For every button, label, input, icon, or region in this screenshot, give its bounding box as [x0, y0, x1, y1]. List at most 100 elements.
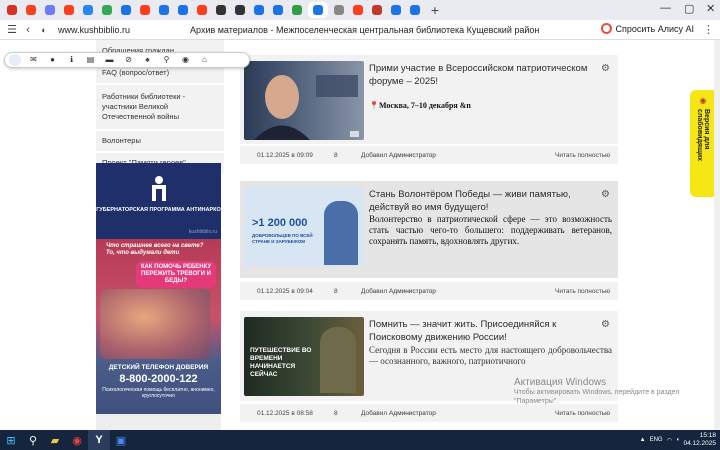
- banner-body: Что страшнее всего на свете? То, что выд…: [96, 239, 221, 414]
- page-scrollbar[interactable]: [714, 40, 720, 430]
- word-icon[interactable]: ▣: [110, 430, 132, 450]
- browser-tab-globe-icon[interactable]: [388, 2, 404, 18]
- browser-tab-yandex-icon[interactable]: [61, 2, 77, 18]
- browser-tab-alert-icon[interactable]: [4, 2, 20, 18]
- settings-gear-icon[interactable]: ⚙: [601, 189, 610, 200]
- settings-gear-icon[interactable]: ⚙: [601, 319, 610, 330]
- mail-icon[interactable]: ✉: [24, 53, 43, 67]
- yandex-icon: [197, 5, 207, 15]
- browser-tab-vk-icon[interactable]: [80, 2, 96, 18]
- folder-icon[interactable]: ▬: [100, 53, 119, 67]
- minimize-icon[interactable]: —: [660, 2, 671, 14]
- info-icon[interactable]: ℹ: [62, 53, 81, 67]
- windows-activation-watermark: Активация Windows Чтобы активировать Win…: [514, 377, 704, 406]
- toolbar-avatar-icon[interactable]: [9, 54, 21, 66]
- home-icon[interactable]: ⌂: [195, 53, 214, 67]
- post-title[interactable]: Помнить — значит жить. Присоединяйся к П…: [369, 318, 601, 344]
- site-info-icon[interactable]: ◐: [36, 25, 52, 35]
- post-author[interactable]: Администратор: [389, 410, 436, 417]
- network-icon[interactable]: ▲: [640, 437, 646, 443]
- browser-tab-yandex-icon[interactable]: [23, 2, 39, 18]
- globe-icon: [410, 5, 420, 15]
- post-meta: 01.12.2025 в 09:09 8 Добавил Администрат…: [240, 146, 618, 164]
- browser-tab-globe-icon[interactable]: [270, 2, 286, 18]
- post-author[interactable]: Администратор: [389, 152, 436, 159]
- browser-tab-yandex-icon[interactable]: [137, 2, 153, 18]
- settings-gear-icon[interactable]: ⚙: [601, 63, 610, 74]
- post-date: 01.12.2025 в 09:09: [257, 151, 313, 159]
- volume-icon[interactable]: ◖: [676, 437, 680, 443]
- alert-icon: [7, 5, 17, 15]
- low-vision-version-tab[interactable]: ◉ Версия для слабовидящих: [690, 90, 716, 197]
- post-date: 01.12.2025 в 08:58: [257, 409, 313, 417]
- browser-tab-yandex-icon[interactable]: [194, 2, 210, 18]
- browser-tab-globe-icon[interactable]: [251, 2, 267, 18]
- yandex-menu-icon[interactable]: ☰: [4, 23, 20, 36]
- browser-tab-yandex-icon[interactable]: [350, 2, 366, 18]
- browser-tab-globe-icon[interactable]: [407, 2, 423, 18]
- post-author-label: Добавил Администратор: [361, 152, 436, 159]
- post-title[interactable]: Стань Волонтёром Победы — живи памятью, …: [369, 188, 601, 214]
- gov-icon: [372, 5, 382, 15]
- more-icon[interactable]: ⋮: [703, 23, 714, 36]
- block-icon[interactable]: ⊘: [119, 53, 138, 67]
- url-text[interactable]: www.kushbiblio.ru: [58, 25, 130, 35]
- read-more-link[interactable]: Читать полностью: [555, 410, 610, 417]
- banner-pill: КАК ПОМОЧЬ РЕБЕНКУ ПЕРЕЖИТЬ ТРЕВОГИ И БЕ…: [136, 261, 216, 288]
- alice-button[interactable]: Спросить Алису AI: [601, 23, 694, 34]
- browser-tab-mail-icon[interactable]: [42, 2, 58, 18]
- image-subtext: ДОБРОВОЛЬЦЕВ ПО ВСЕЙ СТРАНЕ И ЗАРУБЕЖОМ: [252, 233, 313, 244]
- address-bar: ☰ ‹ ◐ www.kushbiblio.ru Архив материалов…: [0, 20, 720, 40]
- browser-tab-globe-icon[interactable]: [331, 2, 347, 18]
- browser-tab-globe-icon[interactable]: [308, 2, 328, 18]
- browser-tab-globe-icon[interactable]: [213, 2, 229, 18]
- yandex-browser-icon[interactable]: Y: [88, 430, 110, 450]
- sidebar-item-veterans[interactable]: Работники библиотеки - участники Великой…: [96, 85, 224, 131]
- wifi-icon[interactable]: ◠: [667, 437, 672, 444]
- read-more-link[interactable]: Читать полностью: [555, 288, 610, 295]
- back-icon[interactable]: ‹: [20, 24, 36, 36]
- archive-icon[interactable]: ▤: [81, 53, 100, 67]
- maximize-icon[interactable]: ▢: [684, 2, 694, 15]
- program-logo-icon: [152, 176, 166, 201]
- search-icon[interactable]: ⚲: [22, 430, 44, 450]
- yandex-icon: [26, 5, 36, 15]
- antinarco-banner[interactable]: ГУБЕРНАТОРСКАЯ ПРОГРАММА АНТИНАРКО kushb…: [96, 163, 221, 430]
- site-icon: [292, 5, 302, 15]
- browser-tab-site-icon[interactable]: [99, 2, 115, 18]
- file-explorer-icon[interactable]: ▰: [44, 430, 66, 450]
- post-image[interactable]: ПУТЕШЕСТВИЕ ВО ВРЕМЕНИ НАЧИНАЕТСЯ СЕЙЧАС: [244, 317, 364, 396]
- doc-icon: [159, 5, 169, 15]
- browser-tab-globe-icon[interactable]: [118, 2, 134, 18]
- browser-tab-globe-icon[interactable]: [175, 2, 191, 18]
- post-image[interactable]: [244, 61, 364, 140]
- tab-strip: +: [0, 0, 720, 20]
- browser-tab-globe-icon[interactable]: [232, 2, 248, 18]
- lang-indicator[interactable]: ENG: [650, 437, 663, 443]
- browser-tab-site-icon[interactable]: [289, 2, 305, 18]
- search-icon[interactable]: ⚲: [157, 53, 176, 67]
- read-more-link[interactable]: Читать полностью: [555, 152, 610, 159]
- banner-top-text: ГУБЕРНАТОРСКАЯ ПРОГРАММА АНТИНАРКО: [96, 207, 221, 213]
- eye-icon[interactable]: ◉: [176, 53, 195, 67]
- browser-tab-doc-icon[interactable]: [156, 2, 172, 18]
- banner-phone-label: ДЕТСКИЙ ТЕЛЕФОН ДОВЕРИЯ: [108, 364, 209, 371]
- chrome-icon[interactable]: ◉: [66, 430, 88, 450]
- bell-icon[interactable]: ♠: [138, 53, 157, 67]
- clock[interactable]: 15:18 04.12.2025: [683, 432, 716, 448]
- banner-footer: [96, 414, 221, 430]
- close-icon[interactable]: ✕: [706, 2, 715, 15]
- post-author[interactable]: Администратор: [389, 288, 436, 295]
- windows-start-icon[interactable]: ⊞: [0, 430, 22, 450]
- post-body: Волонтерство в патриотической сфере — эт…: [369, 214, 612, 246]
- globe-icon: [334, 5, 344, 15]
- post-title[interactable]: Прими участие в Всероссийском патриотиче…: [369, 62, 601, 88]
- post-body: 📍Москва, 7–10 декабря &n: [369, 101, 471, 110]
- sidebar-item-volunteers[interactable]: Волонтеры: [96, 131, 224, 153]
- browser-tab-gov-icon[interactable]: [369, 2, 385, 18]
- activation-text: Чтобы активировать Windows, перейдите в …: [514, 389, 680, 405]
- post-image[interactable]: >1 200 000 ДОБРОВОЛЬЦЕВ ПО ВСЕЙ СТРАНЕ И…: [244, 187, 364, 266]
- system-tray: ▲ ENG ◠ ◖ 15:18 04.12.2025: [640, 432, 716, 448]
- user-icon[interactable]: ●: [43, 53, 62, 67]
- new-tab-icon[interactable]: +: [426, 2, 444, 18]
